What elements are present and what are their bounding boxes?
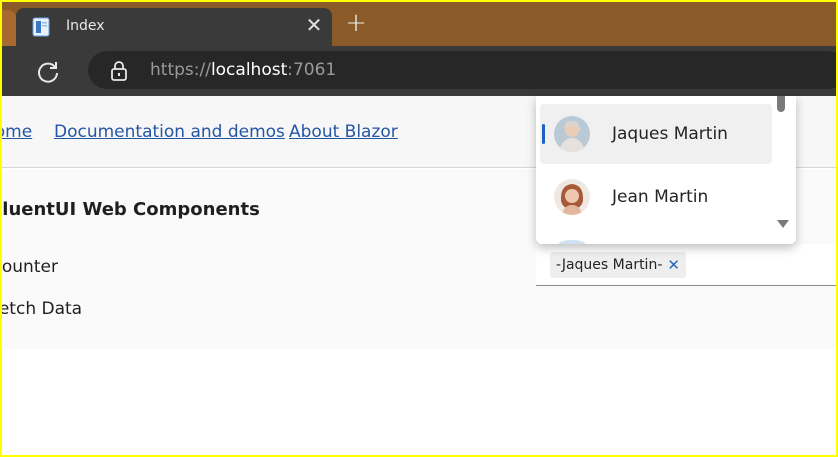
nav-link-about[interactable]: About Blazor [289,122,398,142]
selection-indicator [542,124,545,144]
lock-icon[interactable] [108,60,130,82]
option-jean-martin[interactable]: Jean Martin [540,167,772,227]
next-avatar-icon [558,240,586,244]
tab-index[interactable]: Index ✕ [16,8,332,46]
previous-tab[interactable] [2,10,16,46]
option-label: Jaques Martin [612,124,728,144]
people-picker-field[interactable]: -Jaques Martin- ✕ [536,244,836,286]
scroll-down-arrow-icon[interactable] [777,220,789,228]
scrollbar-thumb[interactable] [777,96,785,112]
option-label: Jean Martin [612,187,709,207]
close-tab-icon[interactable]: ✕ [302,14,326,38]
section-heading: FluentUI Web Components [2,199,260,220]
reload-icon[interactable] [34,58,62,86]
avatar-icon [554,179,590,215]
avatar-icon [554,116,590,152]
suggestion-listbox: Jaques Martin Jean Martin [536,96,796,244]
nav-link-home[interactable]: Home [2,122,32,142]
url-text: https://localhost:7061 [150,60,337,80]
browser-frame: Index ✕ + https://localhost:7061 Home Do… [2,2,836,455]
address-bar[interactable]: https://localhost:7061 [88,51,836,89]
tab-strip: Index ✕ + [2,2,836,46]
selected-person-chip[interactable]: -Jaques Martin- ✕ [550,252,686,278]
new-tab-icon[interactable]: + [342,10,370,38]
nav-item-fetch-data[interactable]: Fetch Data [2,299,82,319]
browser-toolbar: https://localhost:7061 [2,46,836,96]
page-icon [32,17,50,37]
chip-label: -Jaques Martin- [556,257,663,273]
option-jaques-martin[interactable]: Jaques Martin [540,104,772,164]
tab-title: Index [66,18,105,34]
remove-chip-icon[interactable]: ✕ [667,256,680,274]
nav-item-counter[interactable]: Counter [2,257,58,277]
nav-link-documentation[interactable]: Documentation and demos [54,122,285,142]
